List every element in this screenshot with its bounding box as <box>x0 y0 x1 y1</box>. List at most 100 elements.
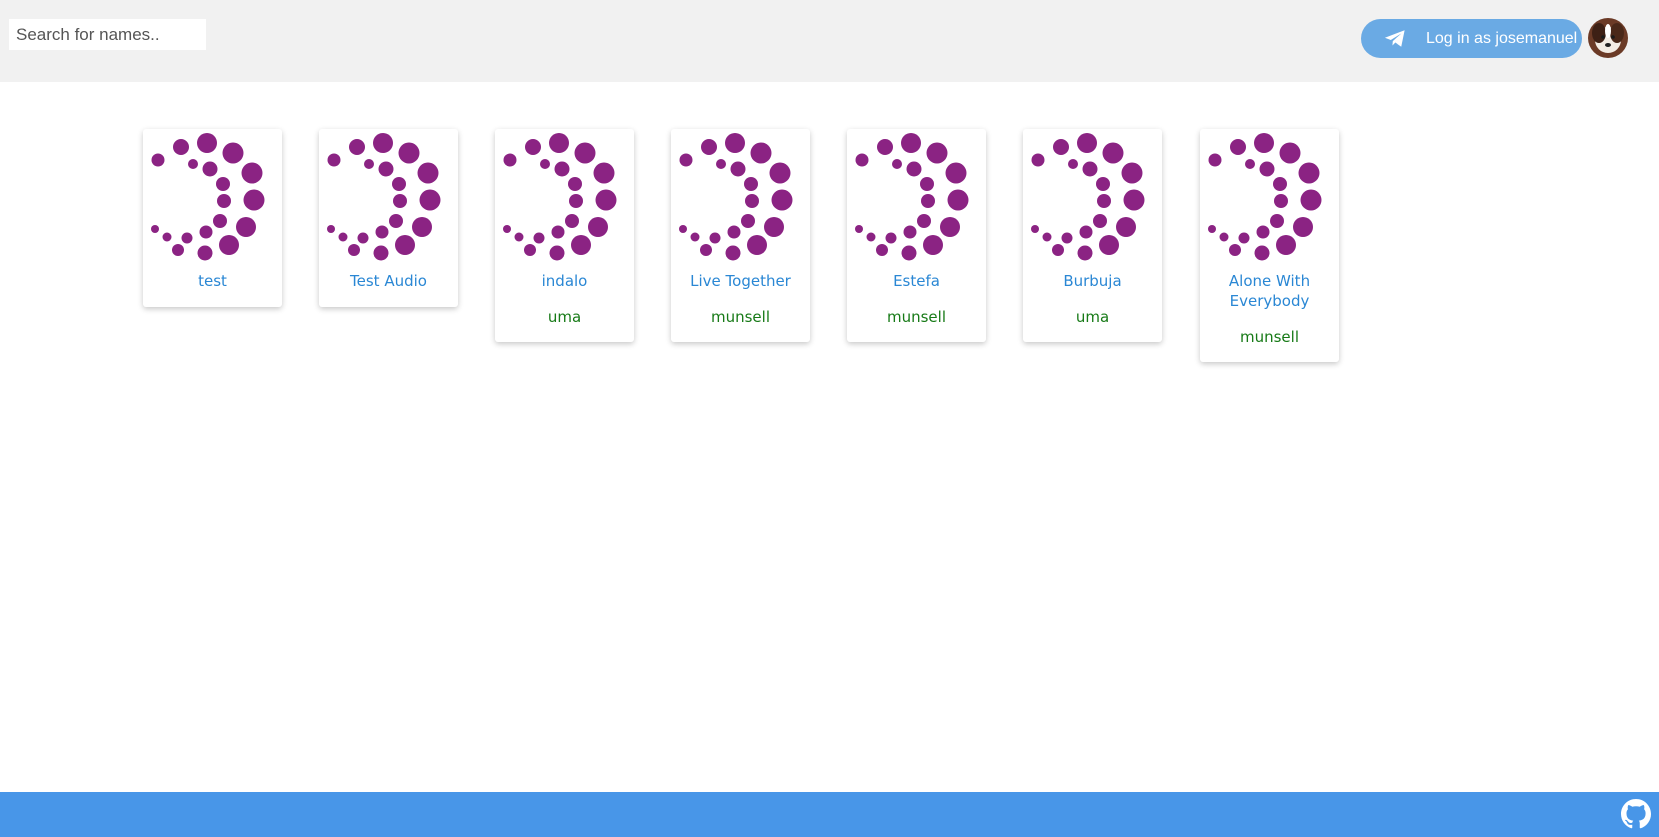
logo-dot <box>349 139 365 155</box>
card-title[interactable]: Alone With Everybody <box>1206 271 1333 311</box>
logo-dot <box>1093 214 1107 228</box>
dots-logo-icon <box>1208 133 1322 261</box>
card-title[interactable]: Live Together <box>677 271 804 291</box>
dots-logo-icon <box>679 133 793 261</box>
logo-dot <box>741 214 755 228</box>
logo-dot <box>769 162 791 184</box>
logo-dot <box>217 194 231 208</box>
logo-dot <box>188 159 198 169</box>
logo-dot <box>903 225 917 239</box>
logo-dot <box>901 245 917 261</box>
logo-dot <box>181 232 193 244</box>
logo-dot <box>921 194 935 208</box>
logo-dot <box>524 244 536 256</box>
logo-dot <box>1270 214 1284 228</box>
logo-dot <box>876 244 888 256</box>
logo-dot <box>1077 133 1097 153</box>
logo-dot <box>1099 235 1119 255</box>
logo-dot <box>701 139 717 155</box>
logo-dot <box>917 214 931 228</box>
logo-dot <box>241 162 263 184</box>
card-title[interactable]: test <box>149 271 276 291</box>
logo-dot <box>940 217 960 237</box>
card-title[interactable]: indalo <box>501 271 628 291</box>
dots-logo-icon <box>1031 133 1145 261</box>
logo-dot <box>398 142 420 164</box>
card-item[interactable]: Estefa munsell <box>847 129 986 342</box>
logo-dot <box>906 161 922 177</box>
login-button[interactable]: Log in as josemanuel <box>1361 19 1582 58</box>
logo-dot <box>866 232 876 242</box>
logo-dot <box>338 232 348 242</box>
card-author[interactable]: munsell <box>677 307 804 327</box>
logo-dot <box>565 214 579 228</box>
logo-dot <box>373 245 389 261</box>
logo-dot <box>744 177 758 191</box>
logo-dot <box>923 235 943 255</box>
dog-avatar-icon <box>1588 18 1628 58</box>
github-icon[interactable] <box>1621 799 1651 829</box>
logo-dot <box>172 244 184 256</box>
logo-dot <box>1273 177 1287 191</box>
logo-dot <box>750 142 772 164</box>
logo-dot <box>1077 245 1093 261</box>
logo-dot <box>419 189 441 211</box>
logo-dot <box>1096 177 1110 191</box>
card-author[interactable]: uma <box>1029 307 1156 327</box>
logo-dot <box>503 153 517 167</box>
logo-dot <box>393 194 407 208</box>
avatar[interactable] <box>1588 18 1628 58</box>
logo-dot <box>1116 217 1136 237</box>
logo-dot <box>745 194 759 208</box>
logo-dot <box>1279 142 1301 164</box>
logo-dot <box>920 177 934 191</box>
logo-dot <box>730 161 746 177</box>
logo-dot <box>725 133 745 153</box>
logo-dot <box>1256 225 1270 239</box>
logo-dot <box>392 177 406 191</box>
logo-dot <box>855 225 863 233</box>
logo-dot <box>1229 244 1241 256</box>
logo-dot <box>222 142 244 164</box>
logo-dot <box>327 153 341 167</box>
logo-dot <box>1079 225 1093 239</box>
logo-dot <box>1031 153 1045 167</box>
card-item[interactable]: Test Audio <box>319 129 458 307</box>
logo-dot <box>947 189 969 211</box>
logo-dot <box>1042 232 1052 242</box>
card-title[interactable]: Burbuja <box>1029 271 1156 291</box>
search-input[interactable] <box>9 19 206 50</box>
card-item[interactable]: Burbuja uma <box>1023 129 1162 342</box>
logo-dot <box>1238 232 1250 244</box>
card-item[interactable]: test <box>143 129 282 307</box>
card-title[interactable]: Test Audio <box>325 271 452 291</box>
logo-dot <box>197 133 217 153</box>
logo-dot <box>877 139 893 155</box>
card-item[interactable]: Live Together munsell <box>671 129 810 342</box>
logo-dot <box>199 225 213 239</box>
card-author[interactable]: munsell <box>1206 327 1333 347</box>
logo-dot <box>1123 189 1145 211</box>
logo-dot <box>679 153 693 167</box>
card-author[interactable]: munsell <box>853 307 980 327</box>
card-item[interactable]: indalo uma <box>495 129 634 342</box>
logo-dot <box>389 214 403 228</box>
logo-dot <box>1245 159 1255 169</box>
logo-dot <box>1121 162 1143 184</box>
logo-dot <box>1274 194 1288 208</box>
logo-dot <box>1031 225 1039 233</box>
logo-dot <box>549 133 569 153</box>
logo-dot <box>1102 142 1124 164</box>
card-title[interactable]: Estefa <box>853 271 980 291</box>
logo-dot <box>1276 235 1296 255</box>
logo-dot <box>173 139 189 155</box>
card-item[interactable]: Alone With Everybody munsell <box>1200 129 1339 362</box>
logo-dot <box>568 177 582 191</box>
logo-dot <box>219 235 239 255</box>
logo-dot <box>885 232 897 244</box>
logo-dot <box>1208 153 1222 167</box>
card-author[interactable]: uma <box>501 307 628 327</box>
logo-dot <box>1298 162 1320 184</box>
logo-dot <box>926 142 948 164</box>
logo-dot <box>1219 232 1229 242</box>
